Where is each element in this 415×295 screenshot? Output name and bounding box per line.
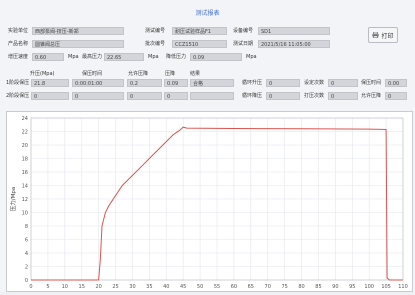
- y-tick-label: 2: [25, 264, 28, 270]
- x-tick-label: 100: [364, 284, 374, 290]
- x-tick-label: 90: [332, 284, 338, 290]
- unit-label: 实验单位: [8, 28, 29, 34]
- x-tick-label: 20: [95, 284, 101, 290]
- print-button-label: 打印: [381, 32, 394, 40]
- max-pressure-label: 最高压力: [82, 54, 103, 60]
- stage2-label: 2阶段保压: [6, 93, 30, 99]
- device-field: SD1: [258, 27, 330, 35]
- stage2-result: [190, 92, 234, 100]
- stage1-drop: 0.09: [164, 79, 188, 87]
- product-field: 圆锥阀总压: [32, 40, 124, 48]
- x-tick-label: 95: [349, 284, 355, 290]
- x-tick-label: 0: [29, 284, 32, 290]
- x-tick-label: 50: [197, 284, 203, 290]
- test-no-label: 测试编号: [145, 28, 166, 34]
- y-tick-label: 6: [25, 237, 28, 243]
- drop-pressure-unit: Mpa: [246, 54, 257, 60]
- device-label: 设备编号: [233, 28, 254, 34]
- cycle-up-label: 循环升压: [242, 80, 263, 86]
- y-tick-label: 22: [22, 129, 28, 135]
- x-tick-label: 15: [79, 284, 85, 290]
- stage1-result: 合格: [190, 79, 234, 87]
- test-date-field: 2021/5/16 11:05:00: [258, 40, 330, 48]
- pressure-chart: 0 2 4 6 8 10 12 14 16 18 20 22 24 0 5 10 15 20 25 30 35 40 45 5…: [6, 111, 413, 292]
- stage2-pressure: 0: [31, 92, 69, 100]
- rate-label: 增压速度: [8, 54, 29, 60]
- printer-icon: [372, 32, 380, 38]
- x-tick-label: 30: [129, 284, 135, 290]
- x-tick-label: 5: [46, 284, 49, 290]
- x-tick-label: 80: [298, 284, 304, 290]
- stage2-hold-time: 0: [72, 92, 124, 100]
- pump-count-field: 0: [328, 92, 358, 100]
- x-tick-label: 25: [112, 284, 118, 290]
- pressure-chart-svg: 0246810121416182022240 5 10 15 20 25 30 35 40 45 5…: [9, 116, 408, 290]
- unit-field: 西部泵阀-技压-新郑: [32, 27, 124, 35]
- x-tick-label: 60: [231, 284, 237, 290]
- y-tick-label: 14: [22, 183, 28, 189]
- y-tick-label: 20: [22, 143, 28, 149]
- x-tick-label: 55: [214, 284, 220, 290]
- x-tick-label: 40: [163, 284, 169, 290]
- x-tick-label: 35: [146, 284, 152, 290]
- hold-time-field: 0.00: [385, 79, 407, 87]
- test-date-label: 测试日期: [233, 41, 254, 47]
- stage2-drop: 0: [164, 92, 188, 100]
- header-allowed-drop: 允许压降: [128, 71, 149, 77]
- cycle-up-field: 0: [266, 79, 300, 87]
- product-label: 产品名称: [8, 41, 29, 47]
- header-drop: 压降: [165, 71, 176, 77]
- x-tick-label: 85: [315, 284, 321, 290]
- y-tick-label: 10: [22, 210, 28, 216]
- x-tick-label: 45: [180, 284, 186, 290]
- y-tick-label: 24: [22, 116, 28, 122]
- allowed-drop-field: 0: [385, 92, 407, 100]
- y-tick-label: 12: [22, 197, 28, 203]
- x-tick-label: 65: [248, 284, 254, 290]
- drop-pressure-label: 降低压力: [166, 54, 187, 60]
- max-pressure-field: 22.65: [104, 53, 144, 61]
- pump-count-label: 打压次数: [304, 93, 325, 99]
- hold-time-label: 保压时间: [361, 80, 382, 86]
- y-tick-label: 4: [25, 251, 28, 257]
- report-window: 测试报表 实验单位 西部泵阀-技压-新郑 测试编号 耐压试验样品F1 设备编号 …: [0, 0, 415, 292]
- y-axis-label: 压力/Mpa: [9, 187, 17, 211]
- test-no-field: 耐压试验样品F1: [172, 27, 227, 35]
- stage1-pressure: 21.8: [31, 79, 69, 87]
- cycle-down-field: 0: [266, 92, 300, 100]
- x-tick-label: 110: [398, 284, 408, 290]
- stage1-allowed-drop: 0.2: [127, 79, 162, 87]
- y-tick-label: 18: [22, 156, 28, 162]
- max-pressure-unit: Mpa: [148, 54, 159, 60]
- cycle-down-label: 循环降压: [242, 93, 263, 99]
- x-tick-label: 10: [62, 284, 68, 290]
- x-tick-label: 70: [265, 284, 271, 290]
- header-hold-time: 保压时间: [82, 71, 103, 77]
- x-tick-label: 75: [281, 284, 287, 290]
- stage1-label: 1阶段保压: [6, 80, 30, 86]
- rate-field: 0.60: [32, 53, 64, 61]
- header-result: 结果: [190, 71, 201, 77]
- batch-field: CCZ1510: [172, 40, 227, 48]
- header-pressure: 升压(Mpa): [30, 71, 55, 77]
- rate-unit: Mpa: [68, 54, 79, 60]
- drop-pressure-field: 0.09: [190, 53, 242, 61]
- y-tick-label: 16: [22, 170, 28, 176]
- y-tick-label: 0: [25, 278, 28, 284]
- y-tick-label: 8: [25, 224, 28, 230]
- batch-label: 批次编号: [145, 41, 166, 47]
- allowed-drop-label: 允许压降: [361, 93, 382, 99]
- stage1-hold-time: 0:00:01:00: [72, 79, 124, 87]
- print-button[interactable]: 打印: [368, 27, 398, 43]
- set-count-field: 0: [328, 79, 358, 87]
- set-count-label: 设定次数: [304, 80, 325, 86]
- x-tick-label: 105: [381, 284, 391, 290]
- stage2-allowed-drop: 0: [127, 92, 162, 100]
- report-title: 测试报表: [195, 10, 220, 17]
